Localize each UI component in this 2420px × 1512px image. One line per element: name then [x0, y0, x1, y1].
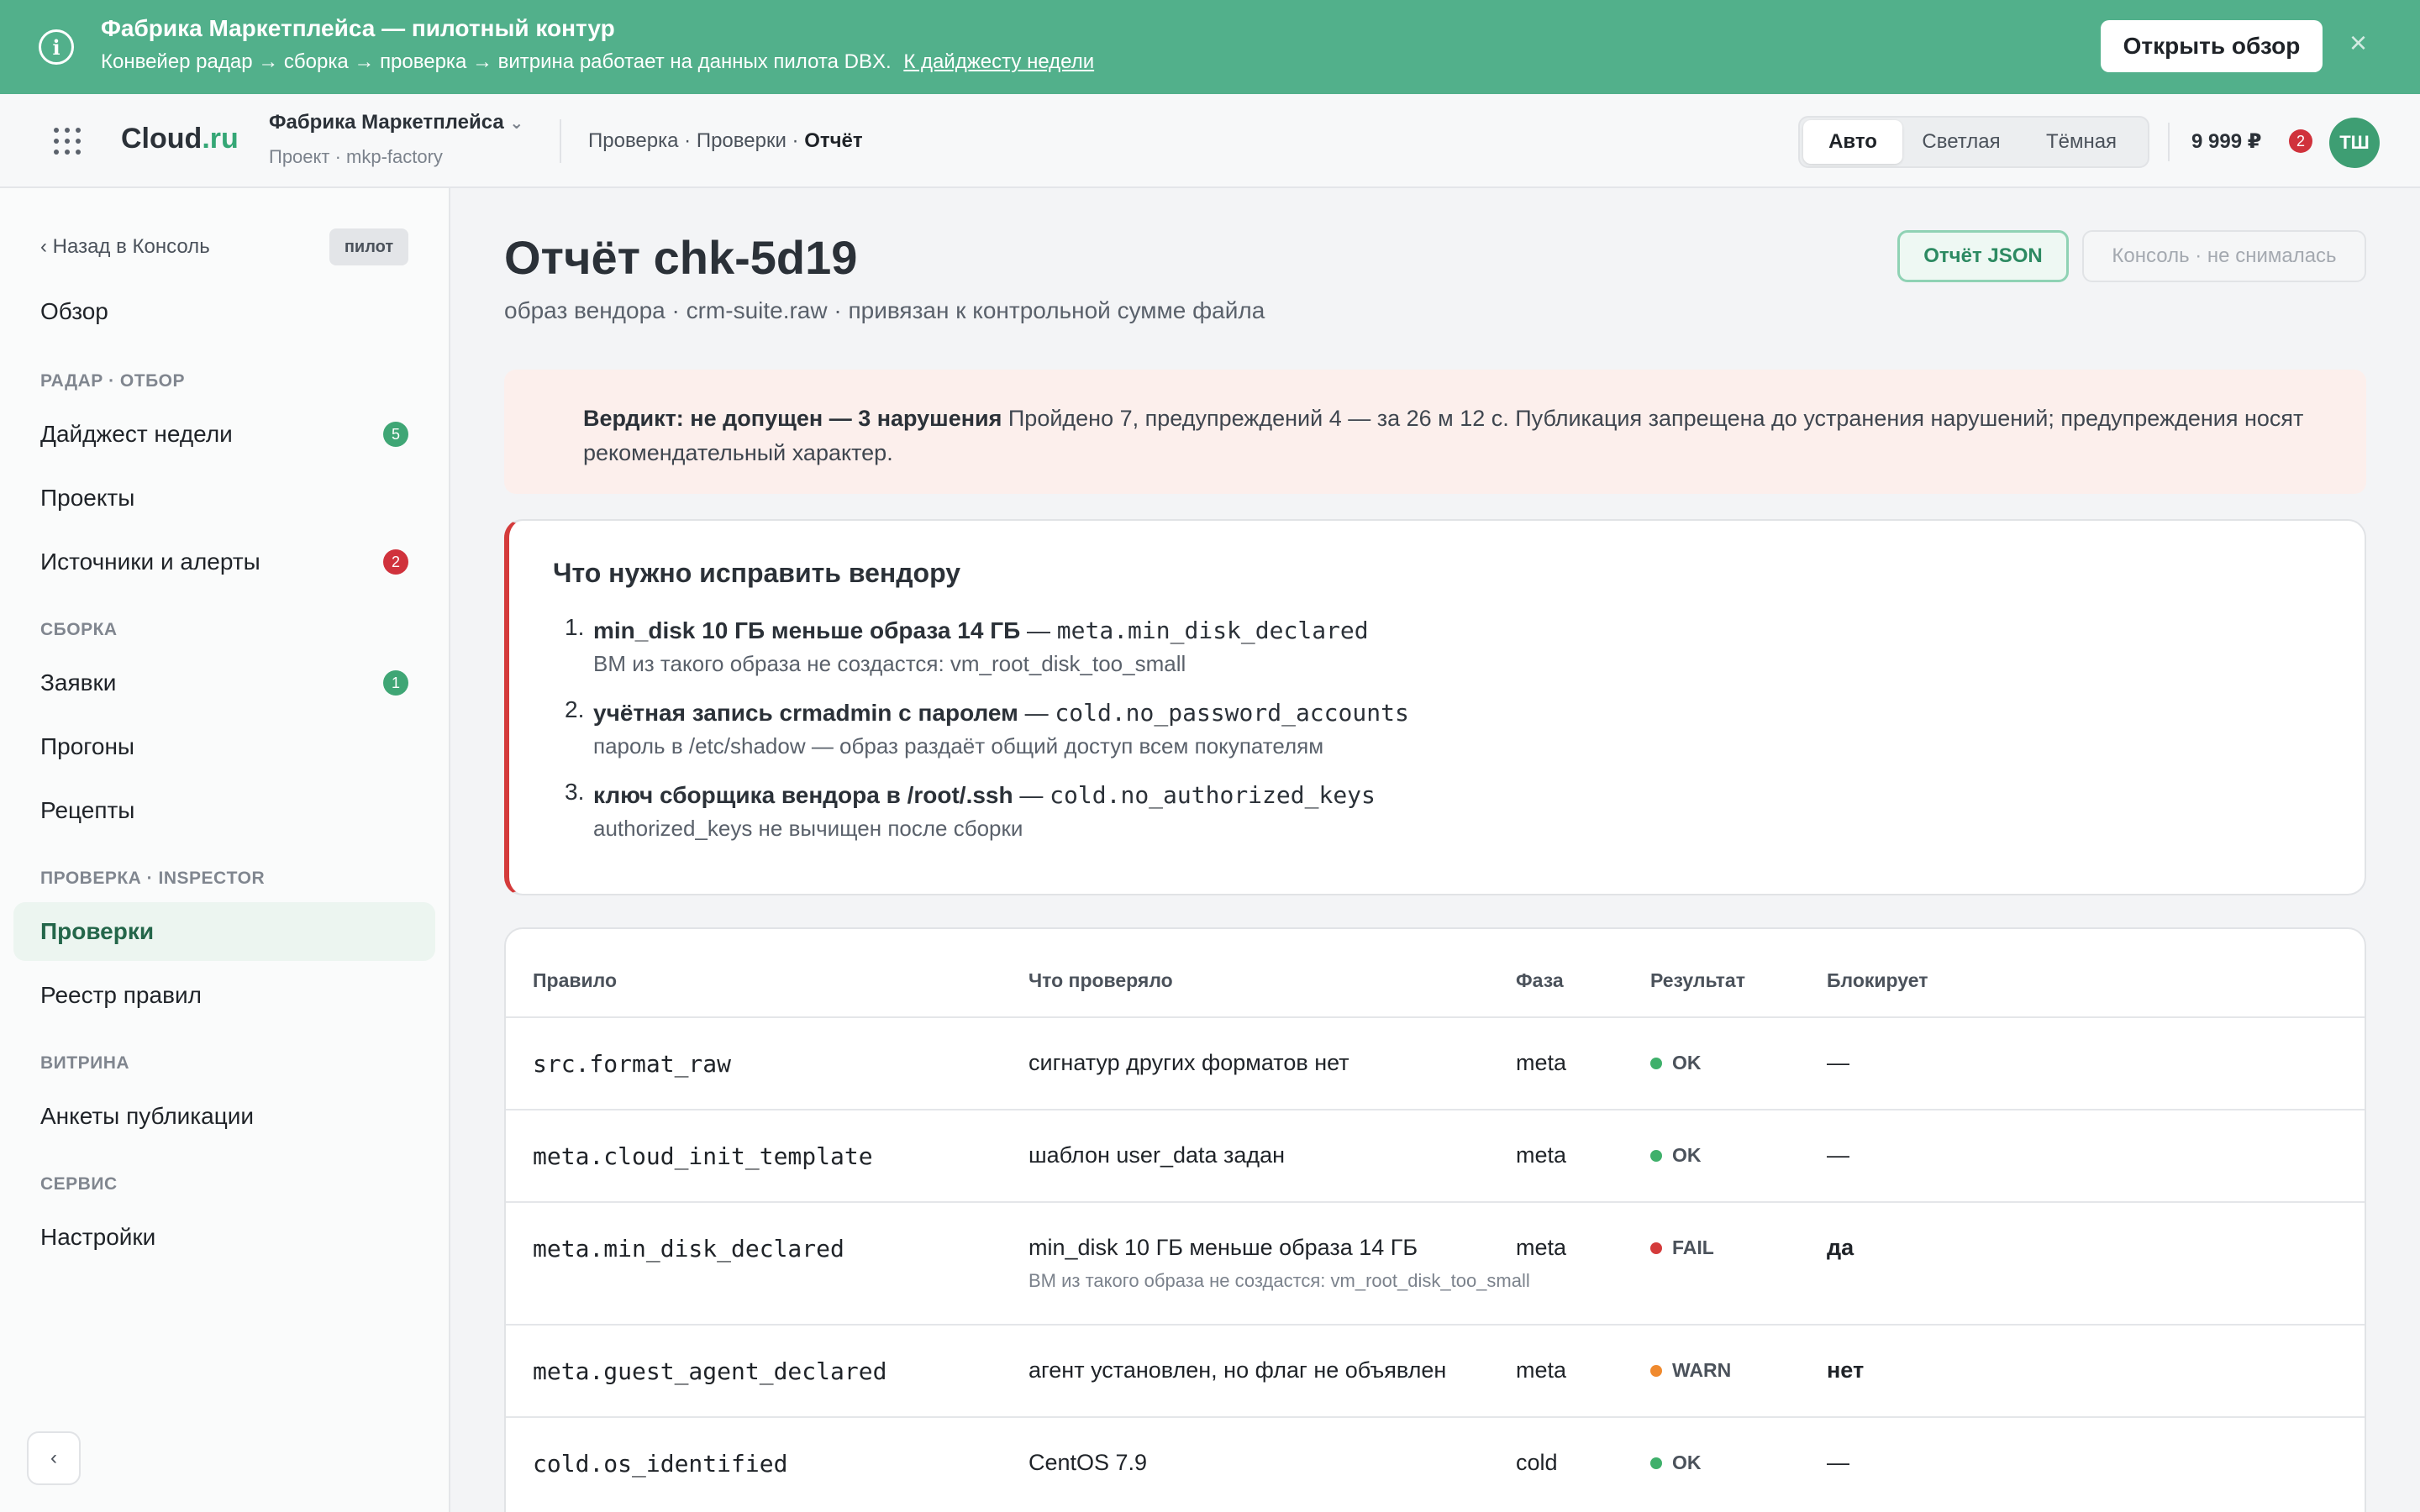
chevron-down-icon: ⌄: [509, 114, 524, 133]
page-subtitle: образ вендора · crm-suite.raw · привязан…: [504, 297, 1265, 323]
col-header-phase[interactable]: Фаза: [1516, 969, 1564, 992]
banner-text: Конвейер радар → сборка → проверка → вит…: [101, 50, 1094, 74]
rule-code: cold.no_authorized_keys: [1050, 781, 1376, 809]
fixes-card: Что нужно исправить вендору 1. min_disk …: [504, 519, 2366, 895]
sidebar-item-projects[interactable]: Проекты: [13, 469, 435, 528]
verdict-title: Вердикт: не допущен — 3 нарушения: [583, 406, 1002, 431]
sidebar: ‹ Назад в Консоль пилот Обзор РАДАР · ОТ…: [0, 188, 450, 1512]
notifications-badge[interactable]: 2: [2289, 129, 2312, 153]
pilot-badge: пилот: [329, 228, 408, 265]
breadcrumb-current: Отчёт: [804, 129, 863, 152]
project-id: Проект · mkp-factory: [269, 146, 443, 167]
table-row[interactable]: meta.guest_agent_declared агент установл…: [506, 1324, 2365, 1416]
sidebar-section-radar: РАДАР · ОТБОР: [40, 371, 185, 391]
count-badge: 5: [383, 422, 408, 447]
sidebar-item-overview[interactable]: Обзор: [13, 282, 435, 341]
page-title: Отчёт chk-5d19: [504, 231, 858, 284]
sidebar-section-showcase: ВИТРИНА: [40, 1053, 130, 1073]
table-row[interactable]: src.format_raw сигнатур других форматов …: [506, 1016, 2365, 1109]
fix-item: 1. min_disk 10 ГБ меньше образа 14 ГБ — …: [565, 614, 1369, 676]
sidebar-item-runs[interactable]: Прогоны: [13, 717, 435, 776]
theme-switch: Авто Светлая Тёмная: [1798, 116, 2149, 168]
col-header-rule[interactable]: Правило: [533, 969, 617, 992]
theme-dark[interactable]: Тёмная: [2020, 120, 2143, 164]
table-row[interactable]: meta.cloud_init_template шаблон user_dat…: [506, 1109, 2365, 1201]
status-badge: FAIL: [1650, 1236, 1714, 1259]
sidebar-item-publication-forms[interactable]: Анкеты публикации: [13, 1087, 435, 1146]
fix-item: 3. ключ сборщика вендора в /root/.ssh — …: [565, 779, 1376, 841]
theme-auto[interactable]: Авто: [1803, 120, 1902, 164]
fixes-title: Что нужно исправить вендору: [553, 558, 961, 588]
main-content: Отчёт chk-5d19 образ вендора · crm-suite…: [452, 188, 2420, 1512]
sidebar-section-build: СБОРКА: [40, 620, 118, 639]
breadcrumb: Проверка · Проверки · Отчёт: [588, 129, 863, 152]
rule-code: meta.min_disk_declared: [1056, 617, 1369, 644]
sidebar-item-recipes[interactable]: Рецепты: [13, 781, 435, 840]
sidebar-item-settings[interactable]: Настройки: [13, 1208, 435, 1267]
sidebar-item-requests[interactable]: Заявки 1: [13, 654, 435, 712]
status-badge: WARN: [1650, 1359, 1731, 1382]
count-badge: 2: [383, 549, 408, 575]
col-header-blocks[interactable]: Блокирует: [1827, 969, 1928, 992]
open-overview-button[interactable]: Открыть обзор: [2101, 20, 2323, 72]
col-header-result[interactable]: Результат: [1650, 969, 1745, 992]
banner-title: Фабрика Маркетплейса — пилотный контур: [101, 15, 615, 41]
pilot-banner: i Фабрика Маркетплейса — пилотный контур…: [0, 0, 2420, 94]
divider: [560, 119, 561, 163]
status-badge: OK: [1650, 1052, 1702, 1074]
banner-description: Конвейер радар → сборка → проверка → вит…: [101, 50, 892, 73]
theme-light[interactable]: Светлая: [1902, 120, 2020, 164]
logo[interactable]: Cloud.ru: [121, 123, 239, 155]
digest-link[interactable]: К дайджесту недели: [903, 50, 1094, 73]
sidebar-item-rule-registry[interactable]: Реестр правил: [13, 966, 435, 1025]
top-header: Cloud.ru Фабрика Маркетплейса ⌄ Проект ·…: [0, 94, 2420, 188]
table-row[interactable]: meta.min_disk_declared min_disk 10 ГБ ме…: [506, 1201, 2365, 1324]
sidebar-item-checks[interactable]: Проверки: [13, 902, 435, 961]
collapse-sidebar-button[interactable]: ‹: [27, 1431, 81, 1485]
fix-item: 2. учётная запись crmadmin с паролем — c…: [565, 696, 1409, 759]
table-row[interactable]: cold.os_identified CentOS 7.9 cold OK —: [506, 1416, 2365, 1512]
apps-grid-icon[interactable]: [54, 128, 81, 155]
sidebar-section-inspector: ПРОВЕРКА · INSPECTOR: [40, 869, 266, 888]
status-badge: OK: [1650, 1144, 1702, 1167]
project-switcher[interactable]: Фабрика Маркетплейса ⌄: [269, 111, 523, 134]
rule-code: cold.no_password_accounts: [1055, 699, 1409, 727]
sidebar-item-sources-alerts[interactable]: Источники и алерты 2: [13, 533, 435, 591]
close-icon[interactable]: ×: [2349, 25, 2367, 60]
breadcrumb-item[interactable]: Проверки: [697, 129, 786, 152]
balance[interactable]: 9 999 ₽: [2191, 129, 2261, 154]
back-to-console-link[interactable]: ‹ Назад в Консоль: [40, 235, 210, 259]
col-header-what[interactable]: Что проверяло: [1028, 969, 1173, 992]
count-badge: 1: [383, 670, 408, 696]
console-button[interactable]: Консоль · не снималась: [2082, 230, 2366, 282]
status-badge: OK: [1650, 1452, 1702, 1474]
avatar[interactable]: ТШ: [2329, 118, 2380, 168]
report-json-button[interactable]: Отчёт JSON: [1897, 230, 2069, 282]
rules-table: Правило Что проверяло Фаза Результат Бло…: [504, 927, 2366, 1512]
sidebar-item-digest[interactable]: Дайджест недели 5: [13, 405, 435, 464]
verdict-box: Вердикт: не допущен — 3 нарушения Пройде…: [504, 370, 2366, 494]
sidebar-section-service: СЕРВИС: [40, 1174, 118, 1194]
breadcrumb-item[interactable]: Проверка: [588, 129, 679, 152]
divider: [2168, 123, 2170, 161]
info-icon: i: [39, 29, 74, 65]
